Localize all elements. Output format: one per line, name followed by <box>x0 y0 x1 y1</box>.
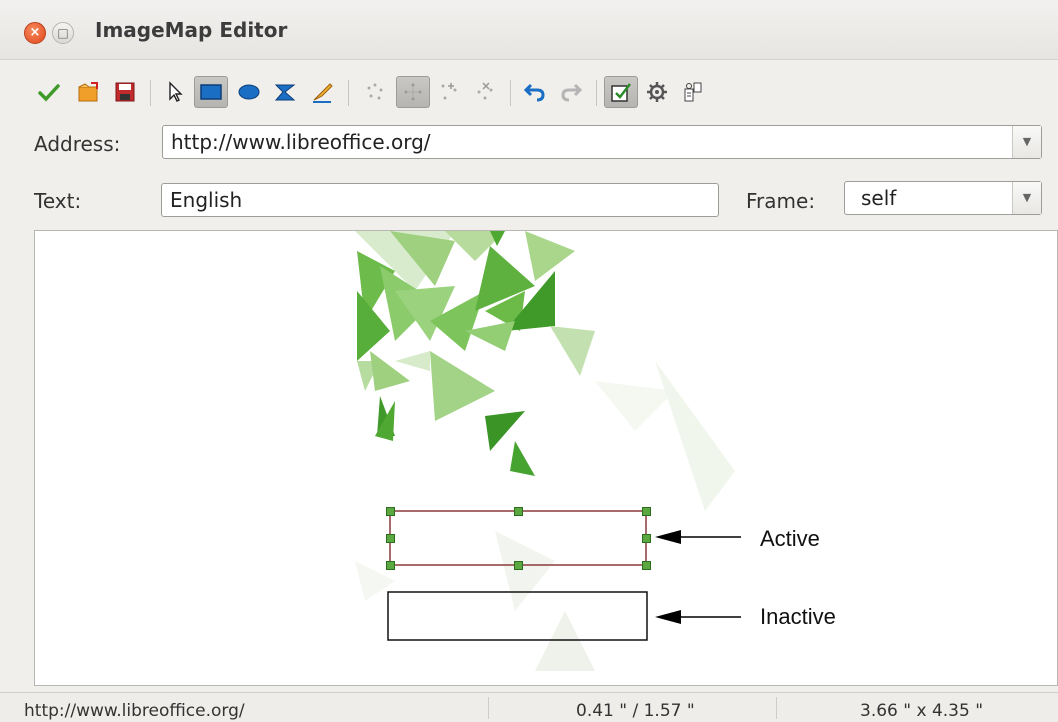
ellipse-icon <box>238 84 260 100</box>
selection-handle[interactable] <box>642 534 651 543</box>
address-label: Address: <box>34 132 121 156</box>
status-divider <box>776 697 777 719</box>
address-combobox[interactable]: http://www.libreoffice.org/ ▼ <box>162 125 1042 159</box>
toolbar-separator <box>596 80 597 106</box>
libreoffice-background-image <box>355 231 741 671</box>
toolbar-separator <box>510 80 511 106</box>
redo-button[interactable] <box>554 76 588 108</box>
address-input[interactable]: http://www.libreoffice.org/ <box>171 130 431 154</box>
window-title: ImageMap Editor <box>95 18 288 42</box>
status-url: http://www.libreoffice.org/ <box>24 701 245 721</box>
move-points-button[interactable] <box>396 76 430 108</box>
text-input[interactable]: English <box>161 183 719 217</box>
toolbar-separator <box>348 80 349 106</box>
undo-button[interactable] <box>518 76 552 108</box>
maximize-button[interactable]: □ <box>52 22 74 44</box>
selection-handle[interactable] <box>514 561 523 570</box>
active-annotation: Active <box>760 526 820 551</box>
ellipse-tool-button[interactable] <box>232 76 266 108</box>
text-label: Text: <box>34 189 82 213</box>
insert-points-button[interactable] <box>432 76 466 108</box>
delete-points-icon <box>477 82 493 100</box>
selection-handle[interactable] <box>386 561 395 570</box>
open-icon <box>78 82 98 102</box>
close-icon: × <box>29 25 41 40</box>
maximize-icon: □ <box>57 26 69 40</box>
chevron-down-icon: ▼ <box>1022 135 1032 148</box>
status-bar: http://www.libreoffice.org/ 0.41 " / 1.5… <box>0 692 1058 722</box>
freeform-polygon-tool-button[interactable] <box>306 76 340 108</box>
properties-icon <box>684 82 702 102</box>
selection-handle[interactable] <box>642 507 651 516</box>
selection-handle[interactable] <box>642 561 651 570</box>
apply-icon <box>38 84 60 102</box>
image-canvas[interactable]: Active Inactive <box>34 230 1058 686</box>
frame-value: self <box>861 186 897 210</box>
toolbar-separator <box>150 80 151 106</box>
inactive-annotation: Inactive <box>760 604 836 629</box>
close-button[interactable]: × <box>24 22 46 44</box>
edit-points-button[interactable] <box>358 76 392 108</box>
inactive-arrow-head <box>655 610 681 624</box>
select-icon <box>169 81 183 102</box>
undo-icon <box>523 83 545 102</box>
properties-button[interactable] <box>676 76 710 108</box>
rectangle-icon <box>200 84 222 100</box>
selection-handle[interactable] <box>386 534 395 543</box>
status-size: 3.66 " x 4.35 " <box>860 701 984 721</box>
select-button[interactable] <box>158 76 192 108</box>
frame-label: Frame: <box>746 189 816 213</box>
title-bar: × □ ImageMap Editor <box>0 0 1058 60</box>
frame-combobox[interactable]: self ▼ <box>844 181 1042 215</box>
polygon-icon <box>274 84 296 101</box>
redo-icon <box>561 83 583 102</box>
toolbar <box>0 60 1058 122</box>
open-button[interactable] <box>72 76 106 108</box>
active-toggle-button[interactable] <box>604 76 638 108</box>
active-icon <box>611 83 631 102</box>
chevron-down-icon: ▼ <box>1022 191 1032 204</box>
status-position: 0.41 " / 1.57 " <box>576 701 695 721</box>
apply-button[interactable] <box>32 76 66 108</box>
move-points-icon <box>404 83 422 101</box>
insert-points-icon <box>441 83 457 100</box>
selection-handle[interactable] <box>514 507 523 516</box>
save-button[interactable] <box>108 76 142 108</box>
address-dropdown-button[interactable]: ▼ <box>1012 126 1041 158</box>
status-divider <box>488 697 489 719</box>
frame-dropdown-button[interactable]: ▼ <box>1012 182 1041 214</box>
save-icon <box>115 82 135 102</box>
selection-handle[interactable] <box>386 507 395 516</box>
macro-icon <box>647 82 667 102</box>
edit-points-icon <box>367 83 383 100</box>
active-arrow-head <box>655 530 681 544</box>
polygon-tool-button[interactable] <box>268 76 302 108</box>
macro-button[interactable] <box>640 76 674 108</box>
freeform-polygon-icon <box>313 83 333 103</box>
delete-points-button[interactable] <box>468 76 502 108</box>
rectangle-tool-button[interactable] <box>194 76 228 108</box>
